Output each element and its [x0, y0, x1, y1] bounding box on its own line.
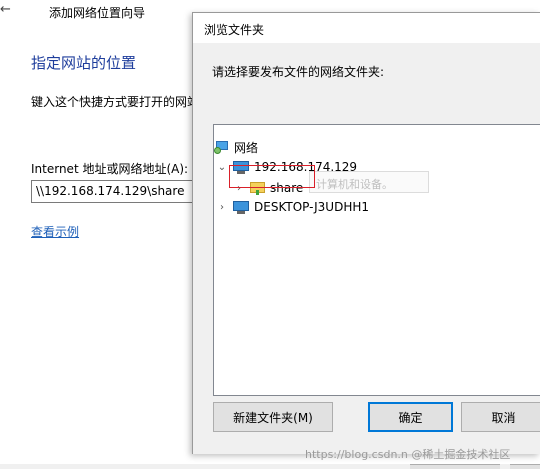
chevron-right-icon[interactable]: › — [217, 202, 227, 213]
browse-folder-dialog: 浏览文件夹 请选择要发布文件的网络文件夹: 网络 ⌄ 192.168.174.1… — [192, 12, 540, 454]
share-highlight-box — [229, 165, 315, 188]
tree-node-network[interactable]: 网络 — [214, 138, 258, 156]
wizard-heading: 指定网站的位置 — [31, 54, 137, 72]
tree-node-desktop-label: DESKTOP-J3UDHH1 — [254, 200, 370, 214]
back-arrow-icon[interactable]: ← — [0, 3, 14, 17]
wizard-cancel-button-edge[interactable] — [510, 464, 540, 469]
chevron-down-icon[interactable]: ⌄ — [217, 162, 227, 173]
dialog-titlebar[interactable]: 浏览文件夹 — [193, 13, 540, 43]
computer-icon — [233, 200, 249, 214]
ok-button[interactable]: 确定 — [368, 402, 453, 432]
new-folder-button[interactable]: 新建文件夹(M) — [213, 402, 333, 432]
tooltip: 计算机和设备。 — [309, 171, 429, 193]
tree-node-network-label: 网络 — [234, 140, 259, 155]
dialog-title: 浏览文件夹 — [204, 23, 265, 37]
network-icon — [214, 140, 229, 154]
watermark: https://blog.csdn.n @稀土掘金技术社区 — [305, 448, 511, 461]
tree-node-desktop[interactable]: › DESKTOP-J3UDHH1 — [217, 198, 369, 216]
wizard-next-button-edge[interactable] — [410, 464, 500, 469]
cancel-button[interactable]: 取消 — [461, 402, 540, 432]
view-examples-link[interactable]: 查看示例 — [31, 223, 79, 240]
address-label: Internet 地址或网络地址(A): — [31, 162, 189, 176]
wizard-description: 键入这个快捷方式要打开的网站 — [31, 95, 200, 109]
dialog-instruction: 请选择要发布文件的网络文件夹: — [212, 65, 385, 79]
wizard-title: 添加网络位置向导 — [49, 6, 146, 20]
